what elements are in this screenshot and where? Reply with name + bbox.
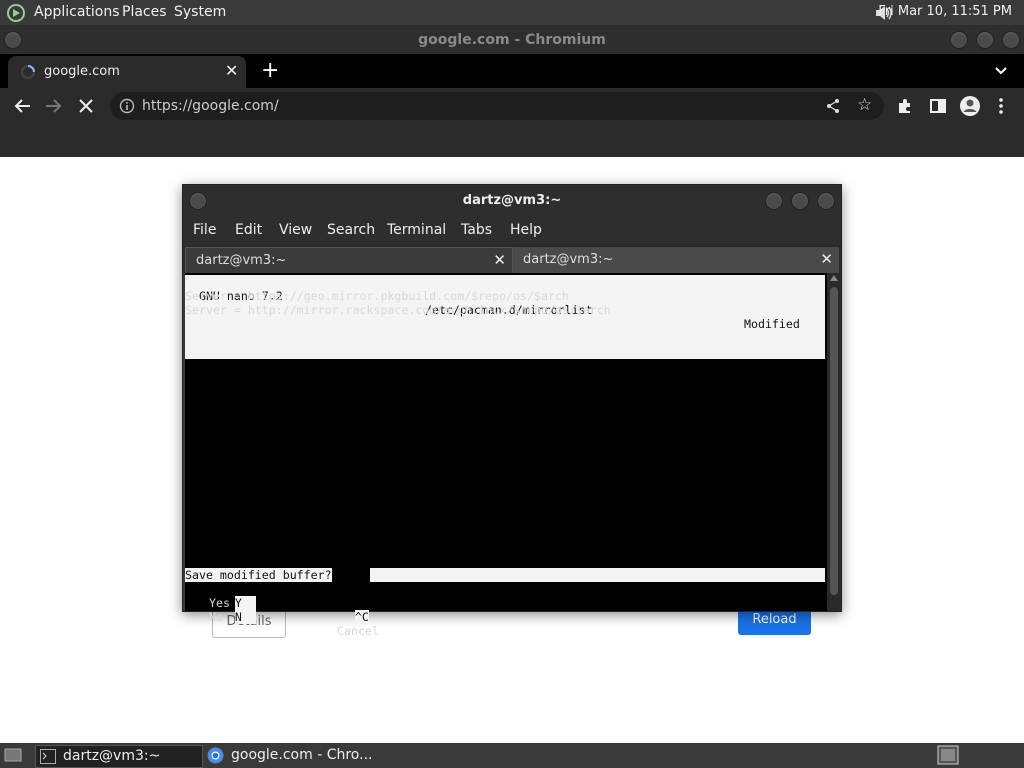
terminal-scrollbar[interactable] (827, 273, 841, 611)
taskbar-item-label: dartz@vm3:~ (63, 748, 161, 764)
terminal-titlebar[interactable]: dartz@vm3:~ (183, 185, 841, 217)
extensions-icon[interactable] (896, 97, 914, 115)
option-key: ^C (354, 610, 369, 624)
browser-menu-icon[interactable] (997, 96, 1005, 116)
minimize-button[interactable] (950, 31, 968, 49)
close-button[interactable] (1002, 31, 1020, 49)
system-menu[interactable]: System (174, 4, 226, 20)
menu-view[interactable]: View (279, 222, 312, 238)
chromium-window-title: google.com - Chromium (418, 32, 606, 48)
menu-help[interactable]: Help (510, 222, 542, 238)
nano-title-bar: GNU nano 7.2 /etc/pacman.d/mirrorlist Mo… (185, 275, 825, 359)
menu-file[interactable]: File (193, 222, 216, 238)
terminal-tab[interactable]: dartz@vm3:~ ✕ (513, 247, 839, 273)
terminal-tab-close-icon[interactable]: ✕ (820, 250, 833, 268)
maximize-button[interactable] (976, 31, 994, 49)
back-icon[interactable] (12, 97, 32, 115)
toolbar-spacer (0, 124, 1024, 157)
terminal-tab-close-icon[interactable]: ✕ (493, 251, 506, 269)
clock[interactable]: Fri Mar 10, 11:51 PM (878, 4, 1012, 19)
terminal-title: dartz@vm3:~ (462, 193, 562, 208)
terminal-tab-label: dartz@vm3:~ (523, 252, 614, 267)
tab-title: google.com (44, 64, 120, 79)
option-label: No (209, 610, 223, 624)
address-bar[interactable]: https://google.com/ ☆ (110, 92, 884, 120)
scroll-up-icon[interactable] (830, 275, 838, 281)
terminal-minimize-button[interactable] (765, 192, 783, 210)
option-no[interactable]: N No (193, 596, 256, 638)
url-text[interactable]: https://google.com/ (142, 98, 279, 114)
stop-loading-icon[interactable] (78, 98, 94, 114)
option-key: N (234, 610, 242, 624)
terminal-window[interactable]: dartz@vm3:~ File Edit View Search Termin… (182, 184, 842, 638)
menu-terminal[interactable]: Terminal (387, 222, 446, 238)
menu-edit[interactable]: Edit (235, 222, 262, 238)
terminal-menubar: File Edit View Search Terminal Tabs Help (183, 217, 841, 245)
applications-menu[interactable]: Applications (34, 4, 120, 20)
terminal-app-icon (40, 749, 56, 764)
chromium-app-icon (207, 747, 224, 764)
bottom-panel: dartz@vm3:~ google.com - Chro... (0, 743, 1024, 768)
menu-search[interactable]: Search (327, 222, 375, 238)
terminal-maximize-button[interactable] (791, 192, 809, 210)
save-prompt: Save modified buffer? (185, 568, 332, 582)
taskbar-item-chromium[interactable]: google.com - Chro... (204, 745, 374, 766)
tab-search-button[interactable] (993, 64, 1009, 78)
terminal-tab-active[interactable]: dartz@vm3:~ ✕ (185, 247, 513, 274)
file-line[interactable]: Server = http://mirror.rackspace.com/arc… (185, 303, 611, 317)
profile-avatar-icon[interactable] (959, 95, 981, 117)
taskbar-item-terminal[interactable]: dartz@vm3:~ (35, 745, 203, 768)
scrollbar-thumb[interactable] (830, 287, 838, 595)
taskbar-item-label: google.com - Chro... (231, 747, 373, 763)
file-line[interactable]: Server = https://geo.mirror.pkgbuild.com… (185, 289, 569, 303)
chromium-titlebar[interactable]: google.com - Chromium (0, 25, 1024, 54)
distro-logo-icon[interactable] (6, 3, 26, 23)
terminal-tab-bar: dartz@vm3:~ ✕ dartz@vm3:~ ✕ (183, 245, 841, 274)
menu-tabs[interactable]: Tabs (461, 222, 492, 238)
loading-spinner-icon (20, 64, 36, 80)
terminal-close-button[interactable] (817, 192, 835, 210)
side-panel-icon[interactable] (929, 97, 947, 115)
forward-icon[interactable] (44, 97, 64, 115)
prompt-input-area[interactable] (370, 568, 825, 582)
new-tab-button[interactable]: + (261, 60, 279, 82)
option-cancel[interactable]: ^C Cancel (313, 596, 379, 652)
show-desktop-icon[interactable] (4, 747, 22, 763)
share-icon[interactable] (825, 98, 841, 114)
places-menu[interactable]: Places (122, 4, 167, 20)
nano-modified-status: Modified (744, 317, 800, 331)
browser-tab[interactable]: google.com ✕ (8, 56, 246, 88)
top-panel: Applications Places System Fri Mar 10, 1… (0, 0, 1024, 25)
option-label: Cancel (337, 624, 379, 638)
site-info-icon[interactable] (119, 98, 135, 114)
nano-editor-screen[interactable]: GNU nano 7.2 /etc/pacman.d/mirrorlist Mo… (185, 273, 827, 638)
terminal-tab-label: dartz@vm3:~ (196, 253, 287, 268)
tab-close-icon[interactable]: ✕ (225, 61, 238, 80)
bookmark-star-icon[interactable]: ☆ (857, 97, 872, 114)
workspace-switcher-icon[interactable] (937, 745, 959, 765)
